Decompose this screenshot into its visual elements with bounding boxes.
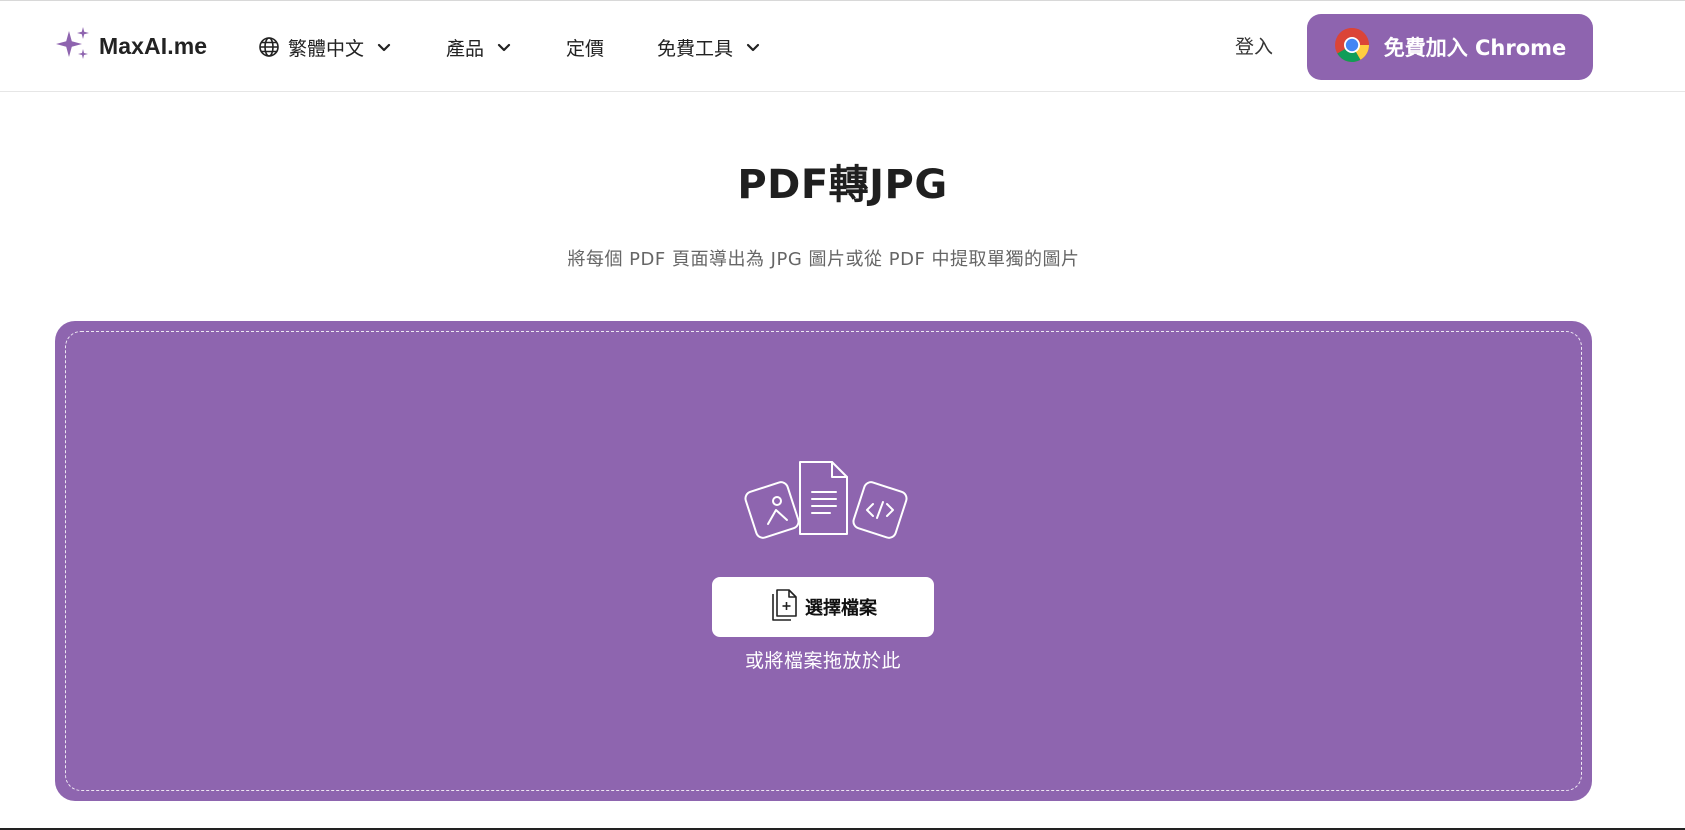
file-types-illustration bbox=[744, 458, 908, 542]
nav-free-tools[interactable]: 免費工具 bbox=[657, 32, 761, 62]
chevron-down-icon bbox=[745, 39, 761, 55]
nav-language-label: 繁體中文 bbox=[288, 37, 365, 60]
add-file-icon bbox=[769, 588, 799, 626]
chevron-down-icon bbox=[376, 39, 392, 55]
drop-hint-text: 或將檔案拖放於此 bbox=[744, 650, 901, 672]
top-navbar: MaxAI.me 繁體中文 產品 定價 免費工具 登入 免費加入 Chrome bbox=[0, 1, 1685, 92]
chrome-icon bbox=[1334, 27, 1370, 67]
nav-products-label: 產品 bbox=[446, 37, 485, 60]
nav-pricing-label: 定價 bbox=[566, 37, 605, 60]
dropzone-dashed-border bbox=[65, 331, 1582, 791]
cta-label: 免費加入 Chrome bbox=[1383, 36, 1567, 60]
image-file-icon bbox=[744, 481, 800, 539]
nav-pricing[interactable]: 定價 bbox=[566, 32, 604, 62]
sparkle-logo-icon bbox=[55, 26, 91, 66]
logo[interactable]: MaxAI.me bbox=[55, 26, 207, 66]
page-title: PDF轉JPG bbox=[737, 162, 948, 208]
globe-icon bbox=[258, 36, 280, 58]
nav-products[interactable]: 產品 bbox=[446, 32, 512, 62]
page-subtitle: 將每個 PDF 頁面導出為 JPG 圖片或從 PDF 中提取單獨的圖片 bbox=[567, 249, 1080, 270]
code-file-icon bbox=[852, 481, 908, 539]
choose-file-label: 選擇檔案 bbox=[805, 598, 877, 619]
file-dropzone[interactable] bbox=[55, 321, 1592, 801]
add-to-chrome-button[interactable]: 免費加入 Chrome bbox=[1307, 14, 1593, 80]
choose-file-button[interactable]: 選擇檔案 bbox=[712, 577, 934, 637]
nav-free-tools-label: 免費工具 bbox=[657, 37, 734, 60]
nav-language[interactable]: 繁體中文 bbox=[258, 32, 392, 62]
chevron-down-icon bbox=[496, 39, 512, 55]
login-link[interactable]: 登入 bbox=[1235, 32, 1273, 62]
logo-text: MaxAI.me bbox=[99, 32, 208, 59]
document-file-icon bbox=[799, 461, 848, 535]
